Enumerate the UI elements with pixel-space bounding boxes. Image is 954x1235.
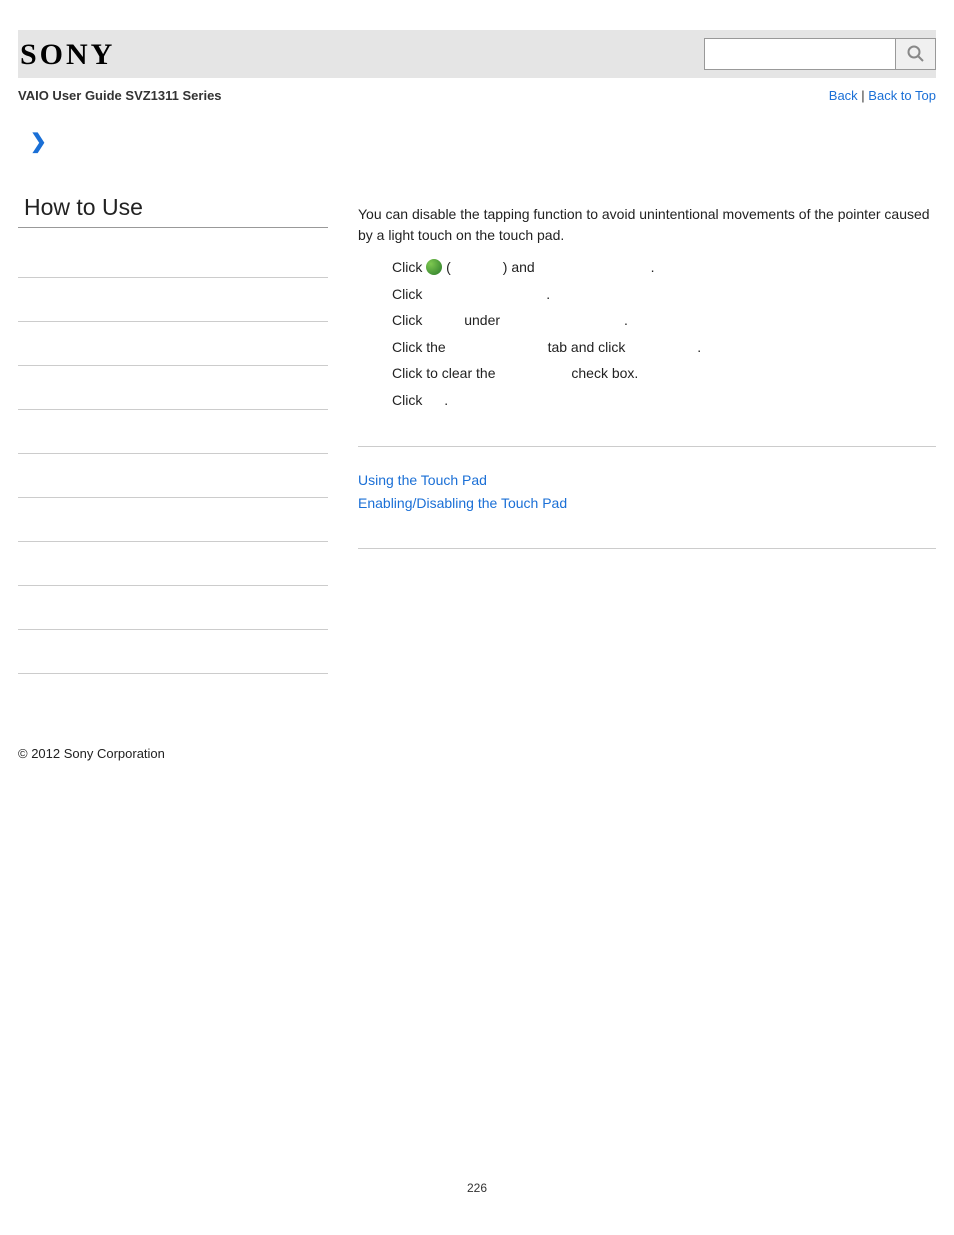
page-number: 226: [18, 1181, 936, 1195]
related-link-touch-pad[interactable]: Using the Touch Pad: [358, 469, 936, 493]
breadcrumb-arrow-row: ❯: [18, 111, 936, 154]
magnifier-icon: [906, 44, 926, 64]
header-band: SONY: [18, 30, 936, 78]
divider: [358, 548, 936, 549]
search-box: [704, 38, 936, 70]
windows-start-icon: [426, 259, 442, 275]
sidebar-item[interactable]: [18, 652, 328, 674]
separator: |: [858, 88, 869, 103]
sidebar-item[interactable]: [18, 344, 328, 366]
search-input[interactable]: [705, 39, 895, 69]
divider: [358, 446, 936, 447]
sidebar-item[interactable]: [18, 432, 328, 454]
steps-list: Click () and . Click . Click under . Cli…: [392, 254, 936, 414]
step-2: Click .: [392, 281, 936, 308]
step-6: Click .: [392, 387, 936, 414]
related-link-enable-disable-touch-pad[interactable]: Enabling/Disabling the Touch Pad: [358, 492, 936, 516]
sidebar-item[interactable]: [18, 256, 328, 278]
content: You can disable the tapping function to …: [358, 194, 936, 571]
search-button[interactable]: [895, 39, 935, 69]
step-4: Click the tab and click .: [392, 334, 936, 361]
top-nav-links: Back | Back to Top: [829, 88, 936, 103]
sidebar-item[interactable]: [18, 520, 328, 542]
back-to-top-link[interactable]: Back to Top: [868, 88, 936, 103]
back-link[interactable]: Back: [829, 88, 858, 103]
sidebar: How to Use: [18, 194, 328, 696]
step-1: Click () and .: [392, 254, 936, 281]
related-topics: Using the Touch Pad Enabling/Disabling t…: [358, 469, 936, 517]
sidebar-item[interactable]: [18, 300, 328, 322]
step-3: Click under .: [392, 307, 936, 334]
top-nav: VAIO User Guide SVZ1311 Series Back | Ba…: [18, 78, 936, 111]
guide-title: VAIO User Guide SVZ1311 Series: [18, 88, 222, 103]
intro-text: You can disable the tapping function to …: [358, 204, 936, 246]
chevron-right-icon: ❯: [30, 131, 47, 153]
sidebar-item[interactable]: [18, 476, 328, 498]
sidebar-title: How to Use: [18, 194, 328, 228]
sidebar-item[interactable]: [18, 388, 328, 410]
sidebar-item[interactable]: [18, 564, 328, 586]
step-5: Click to clear the check box.: [392, 360, 936, 387]
copyright: © 2012 Sony Corporation: [18, 746, 936, 761]
sidebar-item[interactable]: [18, 608, 328, 630]
